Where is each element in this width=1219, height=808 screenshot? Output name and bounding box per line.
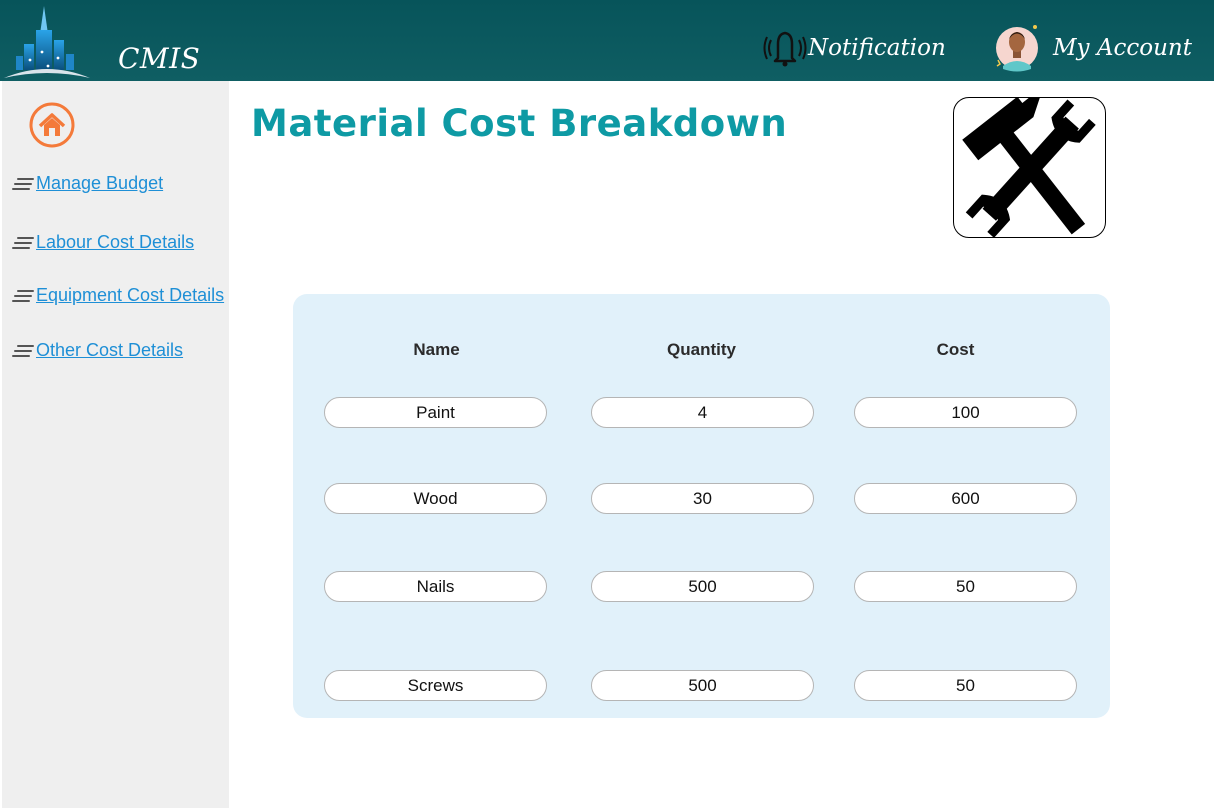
- sidebar-item-other-cost-details[interactable]: Other Cost Details: [12, 340, 183, 361]
- column-header-name: Name: [413, 340, 460, 359]
- menu-lines-icon: [12, 236, 34, 249]
- top-header: CMIS Notification My Account: [0, 0, 1214, 81]
- page-title: Material Cost Breakdown: [251, 102, 788, 145]
- name-field[interactable]: [324, 571, 547, 602]
- menu-lines-icon: [12, 177, 34, 190]
- my-account-label: My Account: [1053, 35, 1192, 61]
- quantity-field[interactable]: [591, 571, 814, 602]
- column-header-quantity: Quantity: [667, 340, 736, 359]
- menu-lines-icon: [12, 344, 34, 357]
- name-field[interactable]: [324, 670, 547, 701]
- cost-field[interactable]: [854, 670, 1077, 701]
- quantity-field[interactable]: [591, 670, 814, 701]
- bell-icon: [763, 31, 807, 67]
- material-cost-table: Name Quantity Cost: [293, 294, 1110, 718]
- column-header-cost: Cost: [936, 340, 975, 359]
- quantity-field[interactable]: [591, 397, 814, 428]
- app-brand: CMIS: [118, 42, 201, 75]
- quantity-field[interactable]: [591, 483, 814, 514]
- user-avatar-icon: [996, 25, 1038, 72]
- cost-field[interactable]: [854, 571, 1077, 602]
- sidebar-item-label[interactable]: Manage Budget: [36, 173, 163, 194]
- sidebar-item-label[interactable]: Other Cost Details: [36, 340, 183, 361]
- sidebar: Manage Budget Labour Cost Details Equipm…: [2, 81, 229, 808]
- cost-field[interactable]: [854, 397, 1077, 428]
- tools-image: [953, 97, 1106, 238]
- notification-label: Notification: [808, 35, 946, 61]
- menu-lines-icon: [12, 289, 34, 302]
- name-field[interactable]: [324, 483, 547, 514]
- sidebar-item-equipment-cost-details[interactable]: Equipment Cost Details: [12, 285, 224, 306]
- hammer-wrench-icon: [962, 98, 1096, 237]
- name-field[interactable]: [324, 397, 547, 428]
- sidebar-item-manage-budget[interactable]: Manage Budget: [12, 173, 163, 194]
- my-account-button[interactable]: My Account: [995, 22, 1192, 74]
- sidebar-item-labour-cost-details[interactable]: Labour Cost Details: [12, 232, 194, 253]
- sidebar-item-label[interactable]: Equipment Cost Details: [36, 285, 224, 306]
- home-icon[interactable]: [29, 102, 75, 148]
- city-skyline-logo: [4, 6, 90, 78]
- sidebar-item-label[interactable]: Labour Cost Details: [36, 232, 194, 253]
- notification-button[interactable]: Notification: [762, 28, 946, 68]
- cost-field[interactable]: [854, 483, 1077, 514]
